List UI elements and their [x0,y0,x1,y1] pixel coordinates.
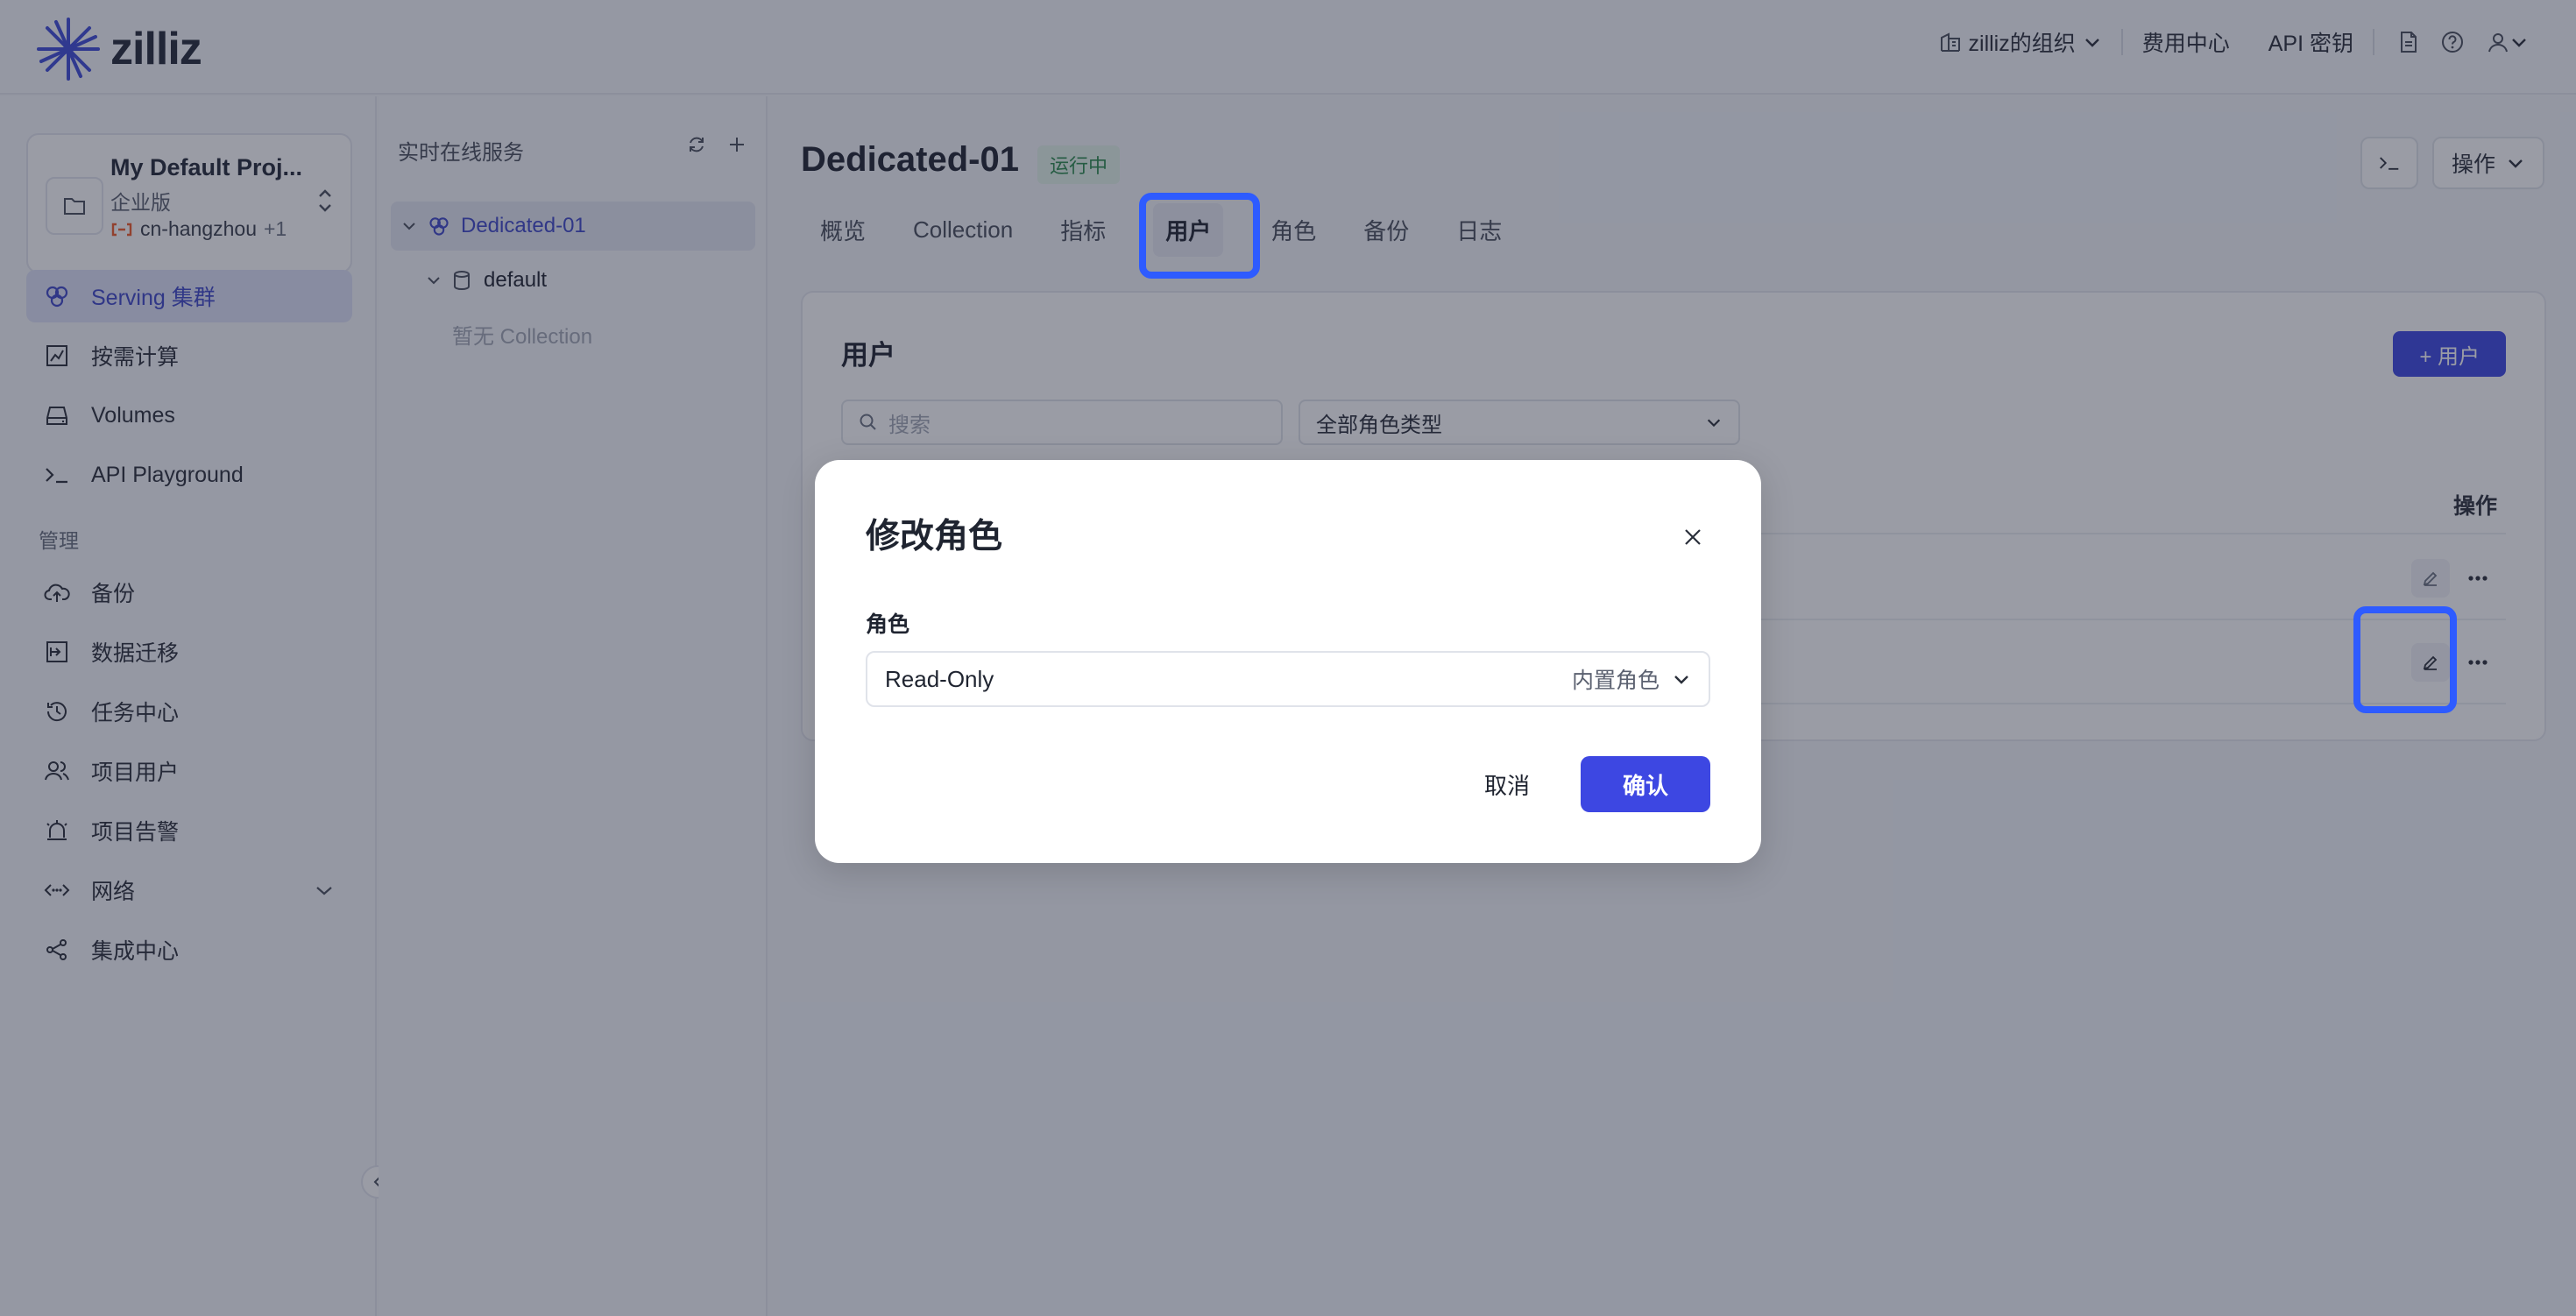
role-select[interactable]: Read-Only 内置角色 [866,651,1710,707]
selected-role: Read-Only [885,665,994,692]
cancel-button[interactable]: 取消 [1460,756,1554,812]
close-icon[interactable] [1679,523,1707,551]
role-type-label: 内置角色 [1571,669,1660,693]
confirm-button[interactable]: 确认 [1580,756,1710,812]
role-field-label: 角色 [866,612,910,637]
dialog-title: 修改角色 [866,518,1003,555]
chevron-down-icon [1674,676,1688,684]
edit-role-dialog: 修改角色 角色 Read-Only 内置角色 取消 确认 [815,460,1761,863]
